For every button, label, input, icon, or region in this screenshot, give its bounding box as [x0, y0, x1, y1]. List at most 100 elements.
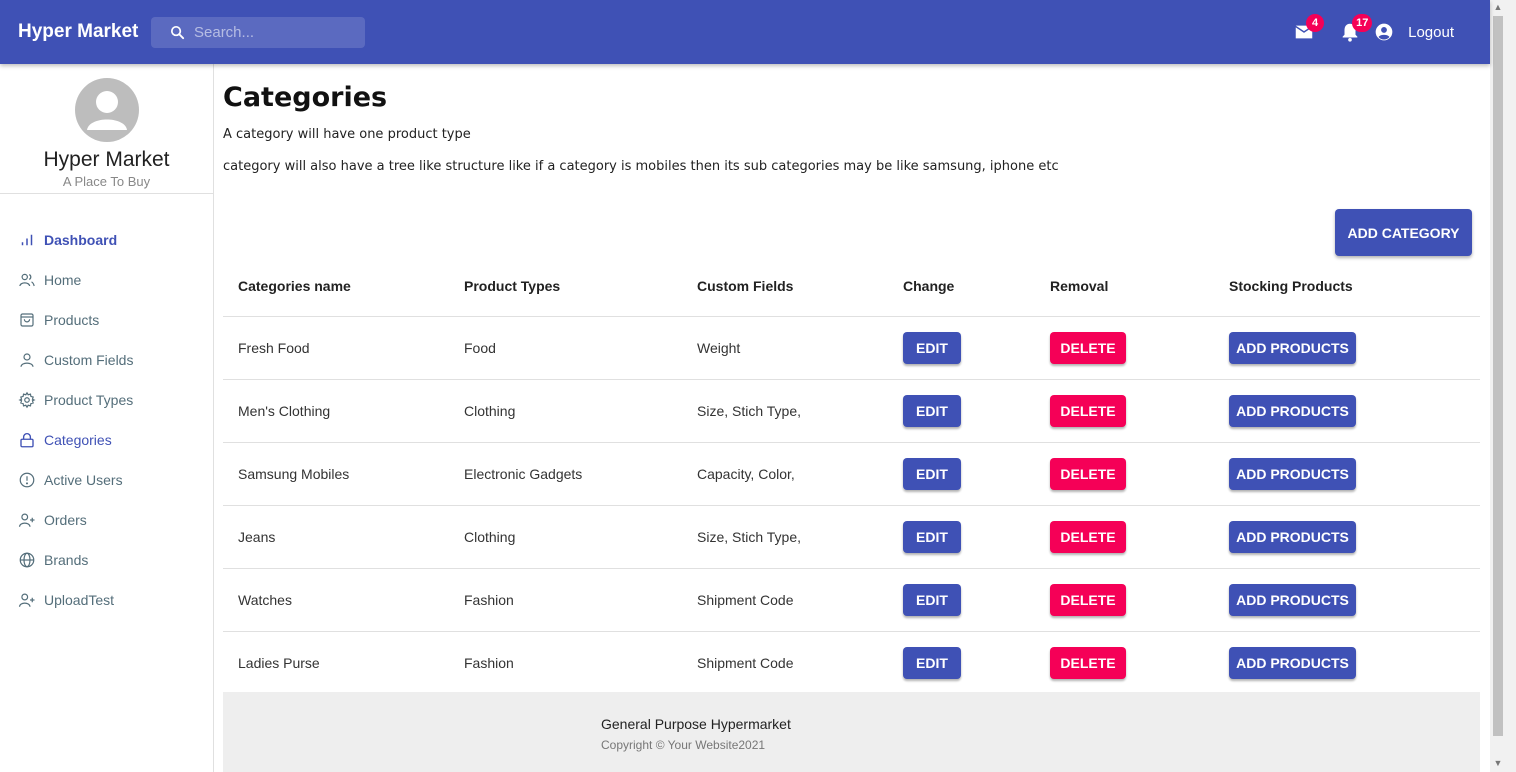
- sidebar-item-label: Home: [44, 272, 82, 288]
- search-input[interactable]: [194, 23, 364, 41]
- cell-category-name: Fresh Food: [223, 316, 449, 380]
- add-products-button[interactable]: ADD PRODUCTS: [1229, 520, 1356, 553]
- sidebar-item-label: Categories: [44, 432, 112, 448]
- sidebar-item-uploadtest[interactable]: UploadTest: [0, 580, 213, 620]
- sidebar-item-active-users[interactable]: Active Users: [0, 460, 213, 500]
- table-row: Fresh Food Food Weight EDIT DELETE ADD P…: [223, 316, 1480, 380]
- sidebar-item-label: Product Types: [44, 392, 134, 408]
- column-header-removal: Removal: [1035, 257, 1214, 317]
- edit-button[interactable]: EDIT: [903, 646, 961, 679]
- add-category-button[interactable]: ADD CATEGORY: [1335, 209, 1472, 256]
- profile-name: Hyper Market: [43, 148, 170, 171]
- edit-button[interactable]: EDIT: [903, 331, 961, 364]
- add-products-button[interactable]: ADD PRODUCTS: [1229, 646, 1356, 679]
- add-products-button[interactable]: ADD PRODUCTS: [1229, 583, 1356, 616]
- sidebar-item-orders[interactable]: Orders: [0, 500, 213, 540]
- lock-icon: [20, 433, 34, 448]
- table-row: Men's Clothing Clothing Size, Stich Type…: [223, 379, 1480, 443]
- cell-category-name: Ladies Purse: [223, 631, 449, 695]
- edit-button[interactable]: EDIT: [903, 520, 961, 553]
- brand-title[interactable]: Hyper Market: [18, 21, 151, 43]
- delete-button[interactable]: DELETE: [1050, 394, 1126, 427]
- search-icon: [170, 25, 185, 39]
- delete-button[interactable]: DELETE: [1050, 520, 1126, 553]
- gear-icon: [18, 391, 36, 409]
- top-app-bar: Hyper Market 4 17 Logout: [0, 0, 1490, 64]
- cell-custom-fields: Weight: [682, 316, 888, 380]
- cell-custom-fields: Shipment Code: [682, 631, 888, 695]
- alert-circle-icon: [19, 472, 35, 488]
- sidebar-nav: Dashboard Home Products Custom Fields Pr…: [0, 220, 213, 620]
- column-header-change: Change: [888, 257, 1035, 317]
- column-header-stocking-products: Stocking Products: [1214, 257, 1480, 317]
- shopping-bag-icon: [20, 313, 34, 327]
- globe-icon: [19, 552, 35, 568]
- sidebar-item-categories[interactable]: Categories: [0, 420, 213, 460]
- delete-button[interactable]: DELETE: [1050, 331, 1126, 364]
- sidebar-item-products[interactable]: Products: [0, 300, 213, 340]
- bar-chart-icon: [21, 234, 33, 246]
- notification-count-badge: 17: [1352, 14, 1373, 32]
- add-products-button[interactable]: ADD PRODUCTS: [1229, 331, 1356, 364]
- sidebar-item-label: Products: [44, 312, 100, 328]
- search-box[interactable]: [151, 16, 365, 48]
- cell-custom-fields: Shipment Code: [682, 568, 888, 632]
- sidebar-item-dashboard[interactable]: Dashboard: [0, 220, 213, 260]
- person-icon: [86, 91, 127, 130]
- vertical-scrollbar[interactable]: ▲ ▼: [1490, 0, 1516, 772]
- sidebar-item-label: Active Users: [44, 472, 123, 488]
- footer-copyright: Copyright © Your Website2021: [601, 738, 766, 752]
- profile-tagline: A Place To Buy: [62, 174, 151, 189]
- user-icon: [20, 353, 34, 367]
- sidebar-item-brands[interactable]: Brands: [0, 540, 213, 580]
- notifications-button[interactable]: 17: [1330, 12, 1373, 52]
- delete-button[interactable]: DELETE: [1050, 457, 1126, 490]
- sidebar-item-label: Orders: [44, 512, 87, 528]
- delete-button[interactable]: DELETE: [1050, 583, 1126, 616]
- cell-product-type: Clothing: [449, 379, 682, 443]
- sidebar-item-home[interactable]: Home: [0, 260, 213, 300]
- cell-category-name: Watches: [223, 568, 449, 632]
- cell-category-name: Samsung Mobiles: [223, 442, 449, 506]
- cell-product-type: Food: [449, 316, 682, 380]
- description-line-2: category will also have a tree like stru…: [223, 159, 1059, 174]
- edit-button[interactable]: EDIT: [903, 457, 961, 490]
- edit-button[interactable]: EDIT: [903, 583, 961, 616]
- edit-button[interactable]: EDIT: [903, 394, 961, 427]
- profile-section: Hyper Market A Place To Buy: [0, 64, 213, 194]
- sidebar-item-label: Dashboard: [44, 232, 118, 248]
- sidebar-item-label: Brands: [44, 552, 89, 568]
- add-products-button[interactable]: ADD PRODUCTS: [1229, 457, 1356, 490]
- mail-count-badge: 4: [1306, 14, 1325, 32]
- logout-label: Logout: [1408, 23, 1454, 41]
- mail-button[interactable]: 4: [1284, 12, 1325, 52]
- sidebar-item-custom-fields[interactable]: Custom Fields: [0, 340, 213, 380]
- scroll-up-arrow-icon[interactable]: ▲: [1490, 0, 1506, 14]
- add-products-button[interactable]: ADD PRODUCTS: [1229, 394, 1356, 427]
- table-header-row: Categories name Product Types Custom Fie…: [223, 257, 1480, 317]
- logout-button[interactable]: Logout: [1374, 22, 1454, 42]
- cell-product-type: Electronic Gadgets: [449, 442, 682, 506]
- scroll-down-arrow-icon[interactable]: ▼: [1490, 756, 1506, 770]
- cell-product-type: Fashion: [449, 568, 682, 632]
- cell-custom-fields: Size, Stich Type,: [682, 505, 888, 569]
- delete-button[interactable]: DELETE: [1050, 646, 1126, 679]
- sidebar-item-product-types[interactable]: Product Types: [0, 380, 213, 420]
- users-icon: [19, 273, 35, 287]
- footer: General Purpose Hypermarket Copyright © …: [223, 692, 1480, 772]
- column-header-custom-fields: Custom Fields: [682, 257, 888, 317]
- column-header-name: Categories name: [223, 257, 449, 317]
- cell-category-name: Men's Clothing: [223, 379, 449, 443]
- footer-title: General Purpose Hypermarket: [601, 716, 791, 732]
- table-row: Jeans Clothing Size, Stich Type, EDIT DE…: [223, 505, 1480, 569]
- account-circle-icon: [1375, 23, 1393, 41]
- table-row: Watches Fashion Shipment Code EDIT DELET…: [223, 568, 1480, 632]
- cell-custom-fields: Capacity, Color,: [682, 442, 888, 506]
- user-plus-icon: [18, 513, 35, 527]
- sidebar: Hyper Market A Place To Buy Dashboard Ho…: [0, 64, 214, 772]
- scrollbar-thumb[interactable]: [1493, 16, 1503, 736]
- sidebar-item-label: Custom Fields: [44, 352, 134, 368]
- user-plus-icon: [18, 593, 35, 607]
- page-title: Categories: [223, 82, 388, 113]
- avatar[interactable]: [74, 78, 139, 142]
